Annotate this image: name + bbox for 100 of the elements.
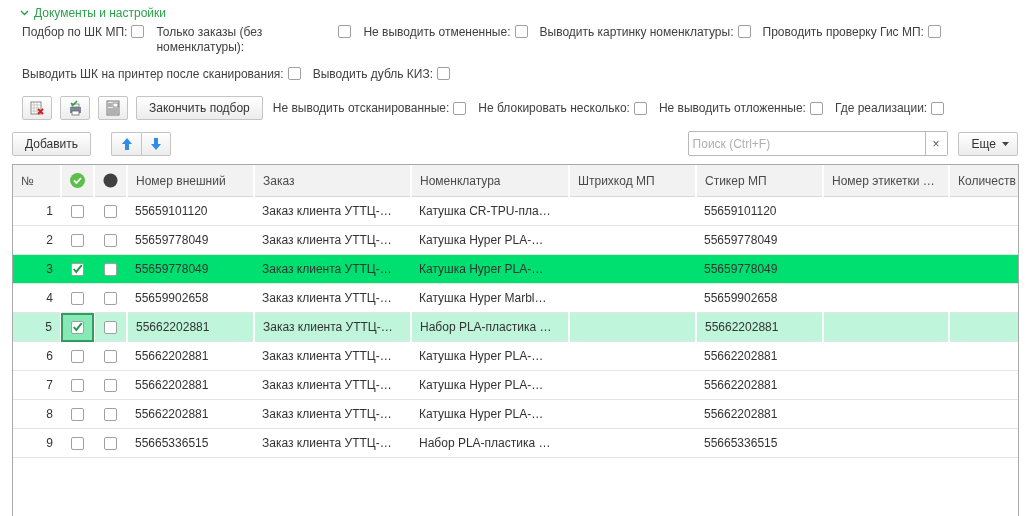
move-down-button[interactable] — [141, 131, 172, 156]
table-cell: Заказ клиента УТТЦ-… — [254, 312, 411, 342]
checkbox[interactable] — [71, 349, 84, 363]
add-button[interactable]: Добавить — [12, 131, 92, 156]
checkbox[interactable] — [104, 320, 117, 334]
table-cell: 55662202881 — [696, 399, 823, 429]
checkbox-label: Не блокировать несколько: — [478, 100, 630, 116]
checkbox[interactable] — [71, 262, 84, 276]
table-cell: 55662202881 — [127, 399, 254, 429]
column-header[interactable]: Стикер МП — [696, 165, 823, 197]
document-button[interactable] — [98, 96, 128, 120]
checkbox[interactable] — [71, 320, 84, 334]
table-cell: Заказ клиента УТТЦ-… — [254, 399, 411, 429]
column-header[interactable] — [94, 165, 127, 197]
checkbox[interactable] — [287, 66, 301, 80]
table-delete-button[interactable] — [22, 96, 52, 120]
checkbox[interactable] — [809, 101, 823, 115]
row-number: 3 — [13, 254, 61, 284]
checkbox-label: Выводить дубль КИЗ: — [312, 66, 434, 82]
checkbox[interactable] — [71, 378, 84, 392]
checkbox-label: Не выводить отсканированные: — [272, 100, 450, 116]
column-header[interactable]: Номенклатура — [411, 165, 569, 197]
table-cell: 55659778049 — [696, 225, 823, 255]
printer-button[interactable] — [60, 96, 90, 120]
column-header[interactable]: Заказ — [254, 165, 411, 197]
column-header[interactable]: Количеств — [949, 165, 1018, 197]
table-cell: 55659101120 — [127, 196, 254, 226]
clear-button[interactable]: × — [924, 132, 947, 155]
table-cell: 55662202881 — [127, 341, 254, 371]
checkbox[interactable] — [338, 25, 352, 38]
checkbox[interactable] — [71, 204, 84, 218]
checkbox-label: Подбор по ШК МП: — [22, 25, 128, 40]
table-cell: Катушка Hyper Marbl… — [411, 283, 569, 313]
checkbox[interactable] — [71, 436, 84, 450]
table-cell: Катушка Hyper PLA-… — [411, 399, 569, 429]
finish-button[interactable]: Закончить подбор — [136, 96, 263, 120]
arrow-up-icon — [120, 136, 133, 151]
table-cell: Заказ клиента УТТЦ-… — [254, 225, 411, 255]
checkbox[interactable] — [104, 407, 117, 421]
table-cell: 55665336515 — [127, 428, 254, 458]
checkbox[interactable] — [71, 233, 84, 247]
table-cell: 55659902658 — [696, 283, 823, 313]
checkbox[interactable] — [104, 436, 117, 450]
table-cell: 55662202881 — [696, 370, 823, 400]
checkbox[interactable] — [514, 25, 528, 38]
table-cell: Катушка Hyper PLA-… — [411, 254, 569, 284]
row-number: 7 — [13, 370, 61, 400]
table-cell: 55662202881 — [696, 312, 823, 342]
table-cell: 55659101120 — [696, 196, 823, 226]
check-circle-icon — [70, 173, 85, 189]
table-cell: 55659778049 — [127, 254, 254, 284]
checkbox[interactable] — [104, 262, 117, 276]
table-cell: Заказ клиента УТТЦ-… — [254, 254, 411, 284]
row-number: 8 — [13, 399, 61, 429]
row-number: 5 — [13, 312, 61, 342]
checkbox[interactable] — [437, 66, 451, 80]
table-cell: 55659778049 — [127, 225, 254, 255]
checkbox[interactable] — [453, 101, 467, 115]
table-cell: Заказ клиента УТТЦ-… — [254, 196, 411, 226]
table-cell: 55665336515 — [696, 428, 823, 458]
checkbox[interactable] — [104, 291, 117, 305]
table-cell: Заказ клиента УТТЦ-… — [254, 370, 411, 400]
table-cell: Заказ клиента УТТЦ-… — [254, 428, 411, 458]
table-cell: 55659902658 — [127, 283, 254, 313]
checkbox[interactable] — [104, 349, 117, 363]
checkbox[interactable] — [737, 25, 751, 38]
table-cell: Заказ клиента УТТЦ-… — [254, 283, 411, 313]
checkbox[interactable] — [131, 25, 145, 38]
checkbox[interactable] — [104, 233, 117, 247]
checkbox-label: Не выводить отмененные: — [363, 25, 511, 40]
move-up-button[interactable] — [111, 131, 142, 156]
row-number: 1 — [13, 196, 61, 226]
column-header[interactable]: № — [13, 165, 61, 197]
column-header[interactable]: Номер этикетки … — [823, 165, 949, 197]
search-field[interactable]: Поиск (Ctrl+F) × — [687, 131, 948, 156]
column-header[interactable]: Номер внешний — [127, 165, 254, 197]
checkbox[interactable] — [927, 25, 941, 38]
checkbox-label: Выводить ШК на принтер после сканирования: — [22, 66, 284, 82]
document-icon — [105, 100, 121, 116]
checkbox-label: Выводить картинку номенклатуры: — [539, 25, 734, 40]
more-button[interactable]: Еще — [957, 131, 1018, 156]
table-cell: 55662202881 — [127, 370, 254, 400]
dot-icon — [103, 173, 118, 189]
table-cell: Набор PLA-пластика … — [411, 312, 569, 342]
arrow-down-icon — [150, 136, 163, 151]
checkbox-label: Не выводить отложенные: — [658, 100, 806, 116]
checkbox-label: Проводить проверку Гис МП: — [762, 25, 924, 40]
checkbox[interactable] — [71, 291, 84, 305]
checkbox[interactable] — [104, 378, 117, 392]
column-header[interactable]: Штрихкод МП — [569, 165, 696, 197]
checkbox[interactable] — [633, 101, 647, 115]
row-number: 4 — [13, 283, 61, 313]
table-cell: 55662202881 — [127, 312, 254, 342]
checkbox[interactable] — [931, 101, 945, 115]
checkbox[interactable] — [71, 407, 84, 421]
row-number: 6 — [13, 341, 61, 371]
table-cell: Катушка CR-TPU-пла… — [411, 196, 569, 226]
table-cell: Заказ клиента УТТЦ-… — [254, 341, 411, 371]
printer-icon — [67, 100, 83, 116]
checkbox[interactable] — [104, 204, 117, 218]
